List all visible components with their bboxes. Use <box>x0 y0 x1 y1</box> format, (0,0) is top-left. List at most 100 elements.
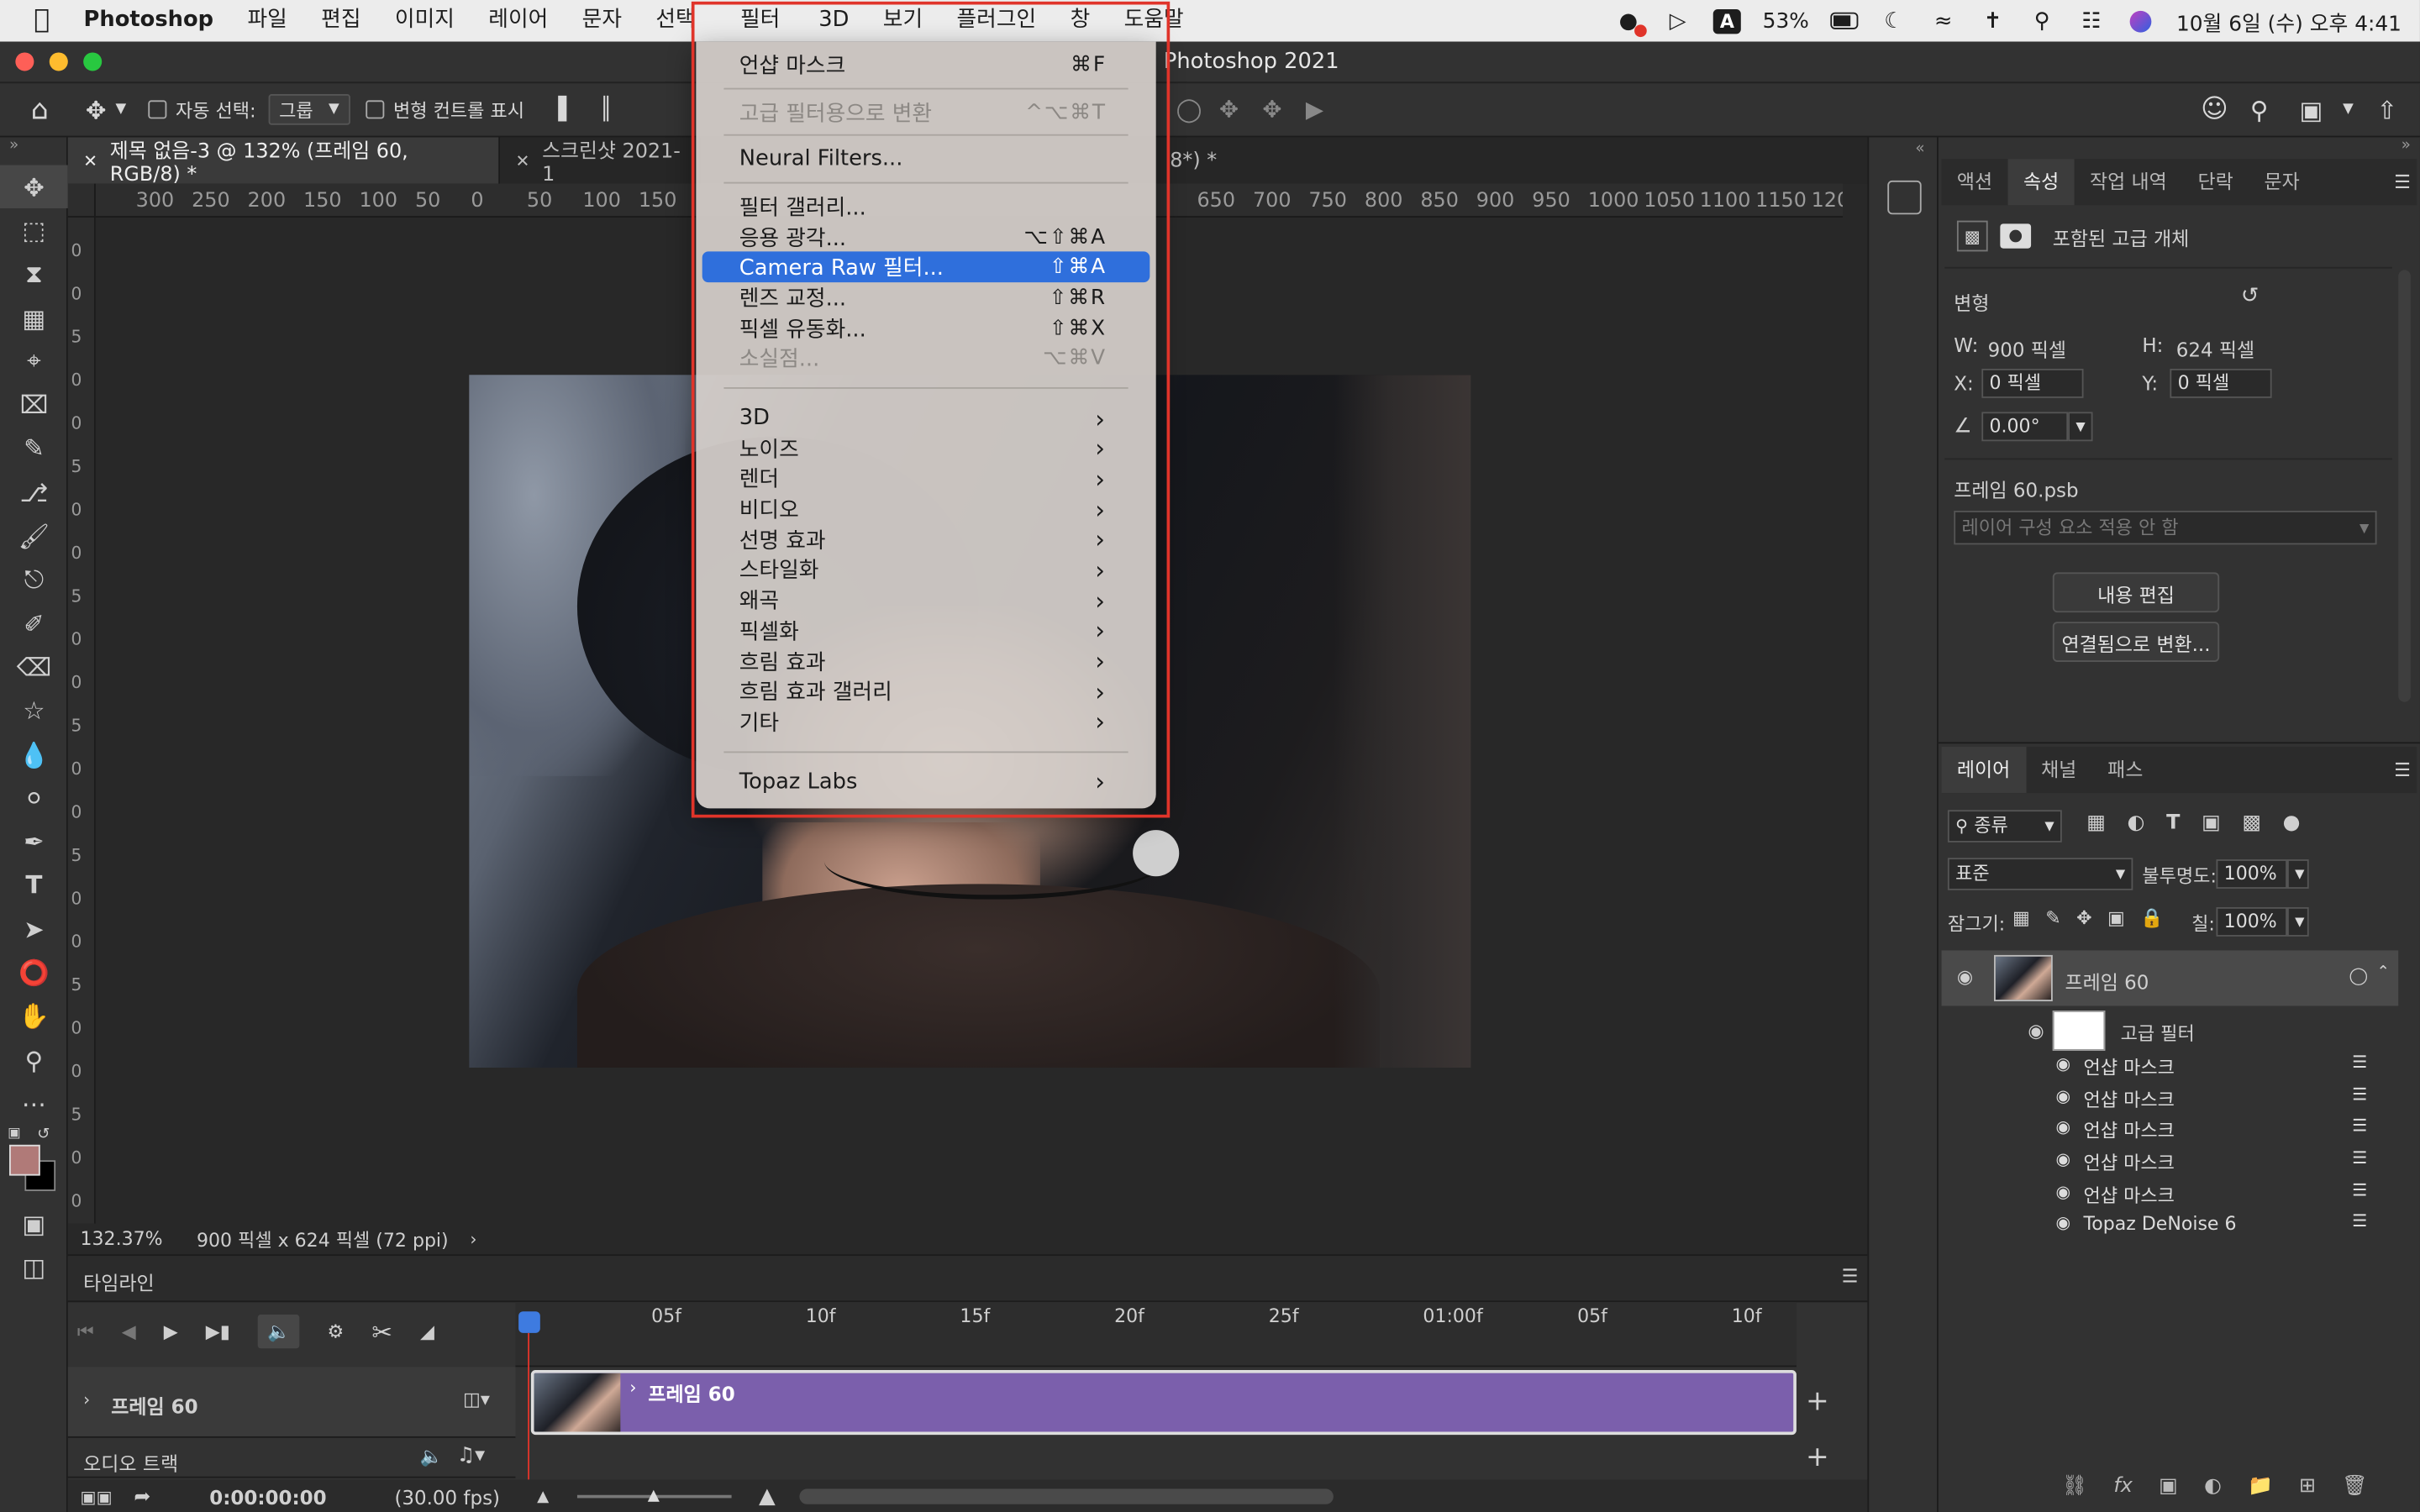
share-icon[interactable]: ⇧ <box>2377 95 2398 124</box>
visibility-eye-icon[interactable]: ◉ <box>2055 1181 2070 1201</box>
path-select-tool-icon[interactable]: ➤ <box>0 907 68 951</box>
swap-colors-icon[interactable]: ↺ <box>37 1126 50 1142</box>
collapse-panel-icon[interactable]: » <box>0 137 66 165</box>
smart-filter-item[interactable]: ◉ 언샵 마스크 ☰ <box>1942 1113 2399 1145</box>
control-center-icon[interactable]: ☷ <box>2077 8 2105 33</box>
crop-tool-icon[interactable]: ⌖ <box>0 339 68 383</box>
default-colors-icon[interactable]: ▣ <box>8 1126 21 1141</box>
playhead-icon[interactable] <box>518 1311 540 1333</box>
siri-icon[interactable] <box>2127 8 2154 33</box>
chevron-down-icon[interactable]: ▼ <box>2343 102 2354 117</box>
edit-contents-button[interactable]: 내용 편집 <box>2052 572 2220 613</box>
dodge-tool-icon[interactable]: ⚪ <box>0 776 68 820</box>
music-note-icon[interactable]: ♫▾ <box>457 1444 485 1467</box>
visibility-eye-icon[interactable]: ◉ <box>2055 1085 2070 1105</box>
properties-scrollbar[interactable] <box>2398 270 2411 702</box>
filter-blend-options-icon[interactable]: ☰ <box>2352 1116 2367 1137</box>
history-brush-tool-icon[interactable]: ✐ <box>0 601 68 645</box>
tab-properties[interactable]: 속성 <box>2007 159 2075 206</box>
zoom-window-button[interactable] <box>83 52 103 71</box>
move-tool-icon[interactable]: ✥ <box>0 165 68 209</box>
audio-icon[interactable]: 🔈 <box>257 1314 300 1349</box>
blend-mode-dropdown[interactable]: 표준 ▼ <box>1947 858 2133 890</box>
lock-artboard-icon[interactable]: ▣ <box>2107 907 2125 929</box>
close-tab-icon[interactable]: ✕ <box>83 150 97 171</box>
type-tool-icon[interactable]: T <box>0 864 68 907</box>
frame-view-icon[interactable]: ▣▣ <box>81 1487 113 1507</box>
search-icon[interactable]: ⚲ <box>2028 8 2056 33</box>
split-scissors-icon[interactable]: ✂ <box>371 1317 392 1347</box>
panel-menu-icon[interactable]: ☰ <box>2394 759 2411 781</box>
3d-pan-icon[interactable]: ✥ <box>1219 96 1239 123</box>
lock-transparent-icon[interactable]: ▦ <box>2012 907 2030 929</box>
tab-paragraph[interactable]: 단락 <box>2182 159 2249 205</box>
tab-history[interactable]: 작업 내역 <box>2075 159 2183 205</box>
video-track-header[interactable]: › 프레임 60 ◫▾ <box>67 1367 516 1438</box>
visibility-eye-icon[interactable]: ◉ <box>2028 1020 2044 1042</box>
adjustment-filter-icon[interactable]: ◐ <box>2128 811 2145 835</box>
angle-dropdown[interactable]: ▼ <box>2068 412 2093 442</box>
screen-mode-icon[interactable]: ◫ <box>0 1247 68 1290</box>
share-user-icon[interactable]: ☺ <box>2201 94 2228 125</box>
auto-select-checkbox[interactable] <box>147 100 166 119</box>
visibility-eye-icon[interactable]: ◉ <box>2055 1149 2070 1169</box>
width-value[interactable]: 900 픽셀 <box>1988 333 2066 363</box>
tab-channels[interactable]: 채널 <box>2026 747 2092 793</box>
paint-bucket-tool-icon[interactable]: ☆ <box>0 689 68 732</box>
3d-camera-icon[interactable]: ▶ <box>1306 96 1323 123</box>
tab-document-1[interactable]: ✕ 제목 없음-3 @ 132% (프레임 60, RGB/8) * <box>67 137 501 186</box>
lock-position-icon[interactable]: ✥ <box>2076 907 2091 929</box>
link-layers-icon[interactable]: ⛓ <box>2062 1475 2087 1499</box>
go-first-frame-icon[interactable]: ⏮ <box>77 1320 94 1343</box>
pixel-filter-icon[interactable]: ▦ <box>2086 811 2106 835</box>
chevron-down-icon[interactable]: ▼ <box>115 102 126 117</box>
auto-select-dropdown[interactable]: 그룹 ▼ <box>268 94 350 125</box>
add-mask-icon[interactable]: ▣ <box>2159 1475 2178 1499</box>
frame-tool-icon[interactable]: ⌧ <box>0 383 68 427</box>
visibility-eye-icon[interactable]: ◉ <box>2055 1117 2070 1137</box>
apple-icon[interactable]:  <box>0 0 66 42</box>
ellipse-tool-icon[interactable]: ⭕ <box>0 951 68 995</box>
render-arrow-icon[interactable]: ➦ <box>134 1485 150 1509</box>
next-frame-icon[interactable]: ▶▮ <box>206 1320 230 1342</box>
pen-tool-icon[interactable]: ✒ <box>0 820 68 864</box>
filter-mask-thumbnail[interactable] <box>2052 1011 2106 1051</box>
angle-input[interactable]: 0.00° <box>1981 412 2069 442</box>
filter-blend-options-icon[interactable]: ☰ <box>2352 1180 2367 1200</box>
marquee-tool-icon[interactable]: ⬚ <box>0 208 68 252</box>
menubar-clock[interactable]: 10월 6일 (수) 오후 4:41 <box>2176 5 2402 36</box>
menu-edit[interactable]: 편집 <box>304 0 378 42</box>
menu-file[interactable]: 파일 <box>230 0 304 42</box>
smart-filter-item[interactable]: ◉ 언샵 마스크 ☰ <box>1942 1081 2399 1113</box>
trash-icon[interactable]: 🗑 <box>2342 1475 2367 1499</box>
eraser-tool-icon[interactable]: ⌫ <box>0 645 68 689</box>
menu-image[interactable]: 이미지 <box>378 0 471 42</box>
lock-all-icon[interactable]: 🔒 <box>2140 907 2163 929</box>
new-group-icon[interactable]: 📁 <box>2248 1475 2273 1499</box>
chevron-up-icon[interactable]: ⌃ <box>2377 964 2390 981</box>
zoom-out-mountain-icon[interactable]: ▲ <box>537 1488 549 1504</box>
fill-input[interactable]: 100% <box>2216 906 2287 937</box>
new-layer-icon[interactable]: ⊞ <box>2299 1475 2316 1499</box>
play-circle-icon[interactable]: ▷ <box>1664 8 1691 33</box>
transform-controls-checkbox[interactable] <box>365 100 384 119</box>
previous-frame-icon[interactable]: ◀ <box>122 1320 136 1342</box>
mute-icon[interactable]: ✝ <box>1979 8 2007 33</box>
transition-icon[interactable]: ◢ <box>420 1320 434 1342</box>
quick-mask-icon[interactable]: ▣ <box>0 1203 68 1247</box>
collapse-panel-icon[interactable]: » <box>2402 137 2411 154</box>
smart-filter-item[interactable]: ◉ 언샵 마스크 ☰ <box>1942 1049 2399 1081</box>
y-input[interactable]: 0 픽셀 <box>2170 368 2272 398</box>
fx-icon[interactable]: fx <box>2113 1475 2133 1499</box>
opacity-dropdown[interactable]: ▼ <box>2286 859 2309 889</box>
filter-blend-options-icon[interactable]: ☰ <box>2352 1053 2367 1073</box>
notification-icon[interactable]: ● <box>1614 8 1647 37</box>
tab-character[interactable]: 문자 <box>2249 159 2315 205</box>
workspace-icon[interactable]: ▣ <box>2300 95 2323 124</box>
visibility-eye-icon[interactable]: ◉ <box>1957 966 1973 988</box>
filter-toggle-icon[interactable]: ● <box>2283 811 2301 835</box>
wifi-icon[interactable]: ≈ <box>1929 8 1957 33</box>
input-method-icon[interactable]: A <box>1712 8 1741 34</box>
tab-document-2[interactable]: ✕ 스크린샷 2021-1 <box>500 137 701 186</box>
layer-name[interactable]: 프레임 60 <box>2065 966 2149 995</box>
